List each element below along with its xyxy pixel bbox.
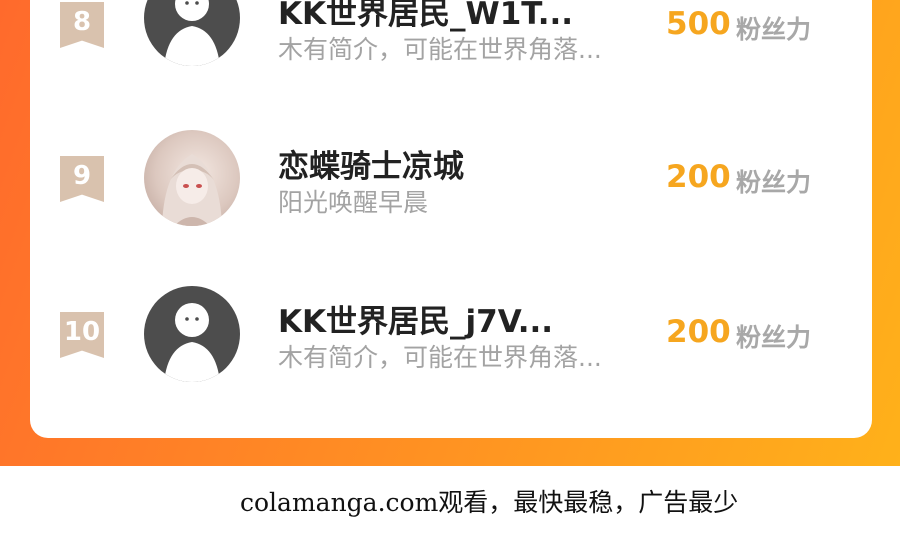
ranking-row[interactable]: 8 KK世界居民_W1T... 木有简介，可能在世界角落... 500 粉丝力 — [30, 0, 872, 120]
user-name[interactable]: 恋蝶骑士凉城 — [278, 141, 464, 186]
ranking-row[interactable]: 9 恋蝶骑士凉城 阳光唤醒早晨 200 粉丝力 — [30, 125, 872, 275]
user-name[interactable]: KK世界居民_W1T... — [278, 0, 573, 33]
ranking-banner: 8 KK世界居民_W1T... 木有简介，可能在世界角落... 500 粉丝力 … — [0, 0, 900, 466]
rank-badge: 8 — [60, 2, 104, 48]
ranking-row[interactable]: 10 KK世界居民_j7V... 木有简介，可能在世界角落... 200 粉丝力 — [30, 280, 872, 430]
default-avatar-icon[interactable] — [144, 286, 240, 382]
fan-score-unit: 粉丝力 — [736, 15, 812, 44]
fan-score: 200 — [666, 159, 731, 195]
site-watermark: colamanga.com观看，最快最稳，广告最少 — [240, 488, 739, 517]
user-bio: 阳光唤醒早晨 — [278, 188, 429, 217]
default-avatar-icon[interactable] — [144, 0, 240, 66]
footer: colamanga.com观看，最快最稳，广告最少 — [0, 466, 900, 543]
anime-avatar-icon[interactable] — [144, 130, 240, 226]
user-bio: 木有简介，可能在世界角落... — [278, 35, 602, 64]
ranking-card: 8 KK世界居民_W1T... 木有简介，可能在世界角落... 500 粉丝力 … — [30, 0, 872, 438]
user-bio: 木有简介，可能在世界角落... — [278, 343, 602, 372]
fan-score: 200 — [666, 314, 731, 350]
rank-badge: 9 — [60, 156, 104, 202]
fan-score-unit: 粉丝力 — [736, 168, 812, 197]
fan-score: 500 — [666, 6, 731, 42]
rank-badge: 10 — [60, 312, 104, 358]
fan-score-unit: 粉丝力 — [736, 323, 812, 352]
user-name[interactable]: KK世界居民_j7V... — [278, 296, 553, 341]
